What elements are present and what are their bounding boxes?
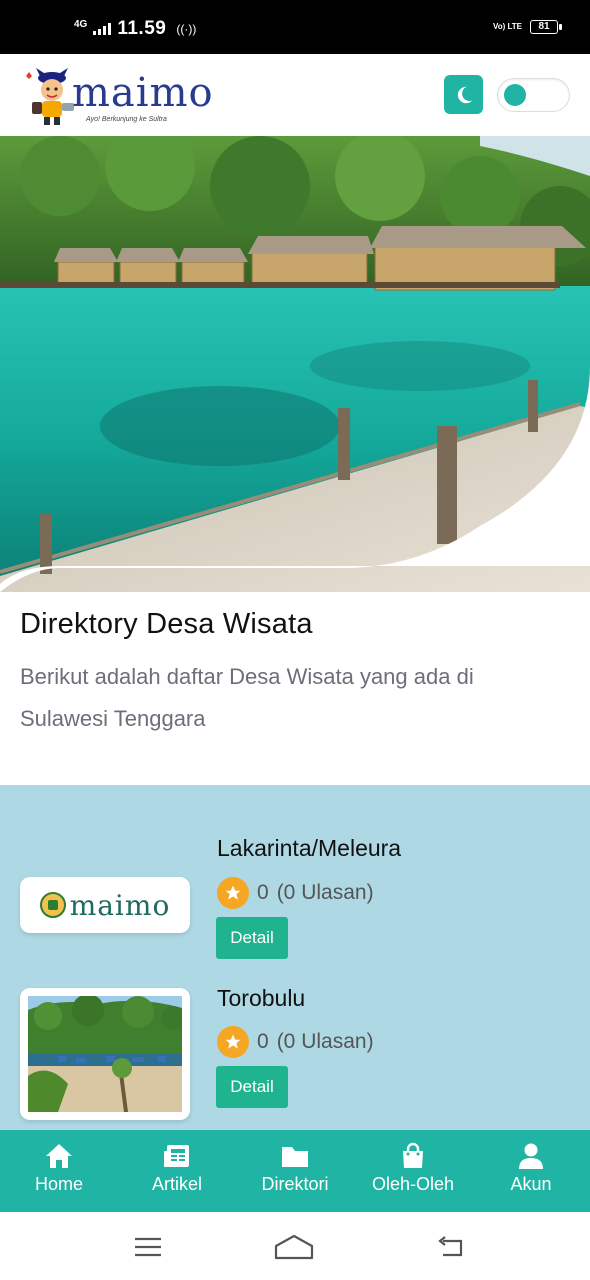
folder-icon [280, 1142, 310, 1170]
nav-akun[interactable]: Akun [472, 1130, 590, 1212]
logo-wordmark: maimo [72, 70, 214, 116]
nav-label: Oleh-Oleh [371, 1174, 455, 1194]
nav-label: Artikel [151, 1174, 202, 1194]
user-icon [516, 1142, 546, 1170]
app-header: maimo Ayo! Berkunjung ke Sultra [0, 54, 590, 136]
item-rating: 0 (0 Ulasan) [217, 877, 374, 909]
home-outline-icon[interactable] [274, 1232, 314, 1262]
signal-icon [93, 23, 112, 35]
hotspot-icon: ((·)) [176, 22, 197, 36]
rating-value: 0 [257, 1030, 269, 1053]
nav-home[interactable]: Home [0, 1130, 118, 1212]
theme-toggle[interactable] [497, 78, 570, 112]
nav-label: Home [34, 1174, 83, 1194]
item-thumbnail[interactable] [20, 988, 190, 1120]
home-icon [44, 1142, 74, 1170]
page-title: Direktory Desa Wisata [20, 608, 313, 640]
volte-indicator: Vo) LTE [492, 22, 522, 31]
detail-button[interactable]: Detail [216, 1066, 288, 1108]
nav-label: Direktori [261, 1174, 329, 1194]
star-icon [217, 1026, 249, 1058]
status-left: 4G 11.59 ((·)) [74, 18, 196, 40]
app-logo[interactable]: maimo Ayo! Berkunjung ke Sultra [22, 64, 222, 128]
item-thumbnail[interactable]: maimo [20, 877, 190, 933]
detail-button[interactable]: Detail [216, 917, 288, 959]
newspaper-icon [162, 1142, 192, 1170]
item-rating: 0 (0 Ulasan) [217, 1026, 374, 1058]
battery-icon: 81 [530, 20, 562, 34]
moon-icon [457, 86, 472, 103]
intro-section: Direktory Desa Wisata Berikut adalah daf… [0, 592, 590, 785]
status-bar: 4G 11.59 ((·)) Vo) LTE 81 [0, 0, 590, 54]
emblem-icon [39, 892, 66, 918]
clock: 11.59 [117, 18, 167, 39]
star-icon [217, 877, 249, 909]
hero-image [0, 136, 590, 592]
logo-tagline: Ayo! Berkunjung ke Sultra [86, 116, 167, 123]
item-name[interactable]: Lakarinta/Meleura [217, 835, 401, 862]
page-description: Berikut adalah daftar Desa Wisata yang a… [20, 664, 474, 731]
nav-label: Akun [510, 1174, 552, 1194]
menu-icon[interactable] [128, 1232, 168, 1262]
shopping-bag-icon [398, 1142, 428, 1170]
nav-direktori[interactable]: Direktori [236, 1130, 354, 1212]
review-count: (0 Ulasan) [276, 881, 374, 904]
item-name[interactable]: Torobulu [217, 985, 305, 1012]
status-right: Vo) LTE 81 [492, 20, 562, 34]
beach-photo [28, 994, 185, 1112]
back-icon[interactable] [430, 1232, 470, 1262]
toggle-knob [504, 84, 526, 106]
nav-artikel[interactable]: Artikel [118, 1130, 236, 1212]
bottom-navigation: Home Artikel Direktori Oleh-Oleh Akun [0, 1130, 590, 1212]
rating-value: 0 [257, 881, 269, 904]
nav-oleh-oleh[interactable]: Oleh-Oleh [354, 1130, 472, 1212]
system-navigation-bar [0, 1212, 590, 1280]
dark-mode-button[interactable] [444, 75, 483, 114]
network-type: 4G [74, 19, 88, 30]
directory-list: maimo Lakarinta/Meleura 0 (0 Ulasan) Det… [0, 785, 590, 1130]
thumbnail-logo-text: maimo [69, 888, 171, 922]
review-count: (0 Ulasan) [276, 1030, 374, 1053]
